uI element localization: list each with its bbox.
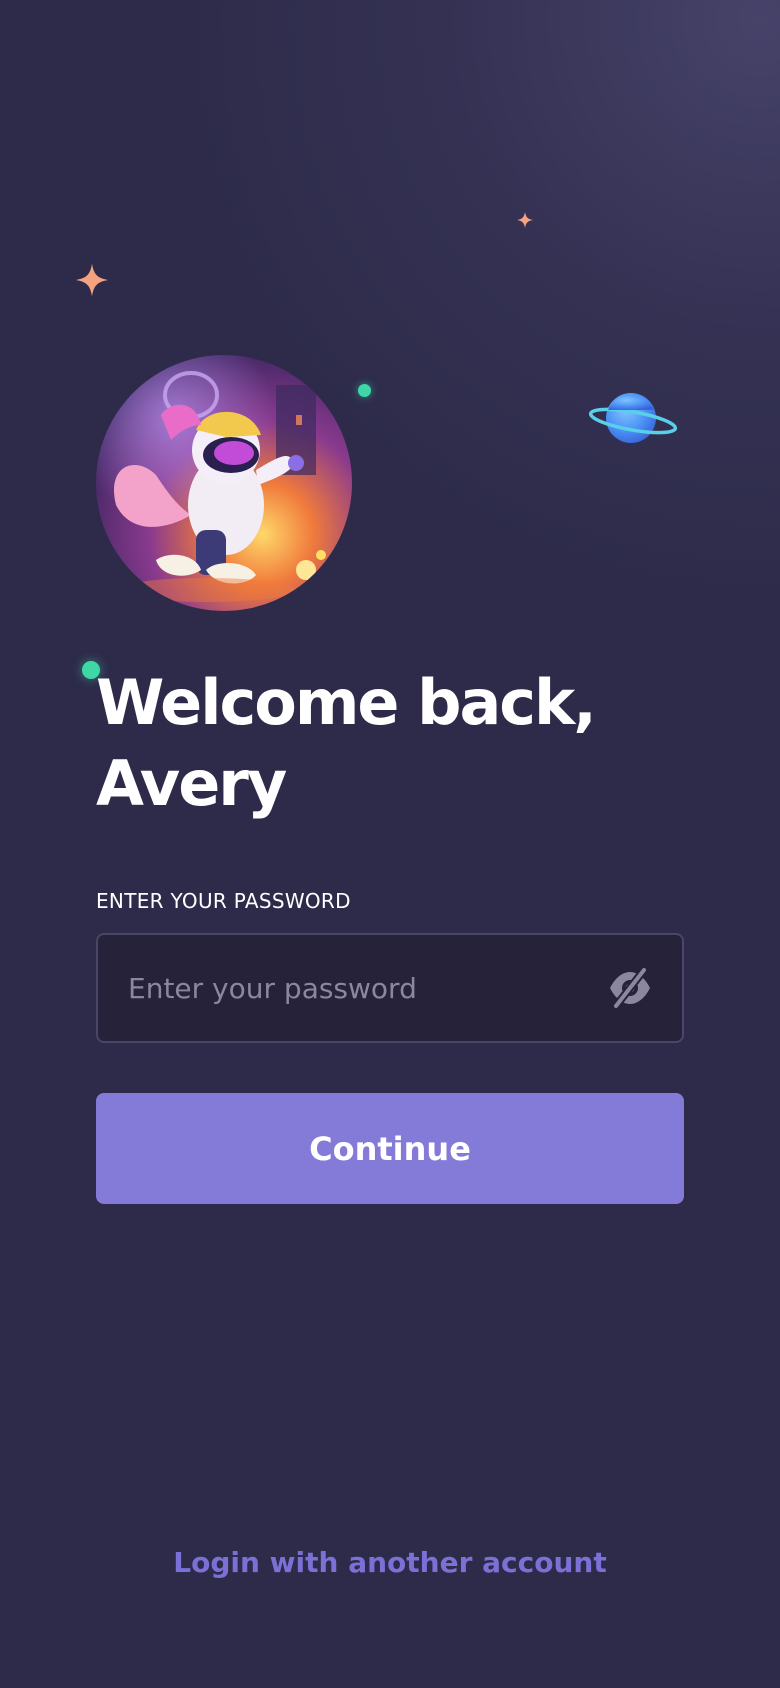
- welcome-line-1: Welcome back,: [96, 666, 597, 739]
- planet-icon: [588, 393, 678, 443]
- eye-slash-icon[interactable]: [606, 967, 654, 1009]
- sparkle-icon: [75, 263, 109, 297]
- password-input[interactable]: [128, 935, 588, 1041]
- password-field: [96, 933, 684, 1043]
- login-another-account-link[interactable]: Login with another account: [0, 1546, 780, 1579]
- welcome-heading: Welcome back, Avery: [96, 662, 716, 824]
- decorative-dot: [358, 384, 371, 397]
- password-label: ENTER YOUR PASSWORD: [96, 889, 351, 913]
- sparkle-icon: [516, 211, 534, 229]
- user-name: Avery: [96, 747, 287, 820]
- login-screen: Welcome back, Avery ENTER YOUR PASSWORD C…: [0, 0, 780, 1688]
- continue-button[interactable]: Continue: [96, 1093, 684, 1204]
- character-avatar: [96, 355, 352, 611]
